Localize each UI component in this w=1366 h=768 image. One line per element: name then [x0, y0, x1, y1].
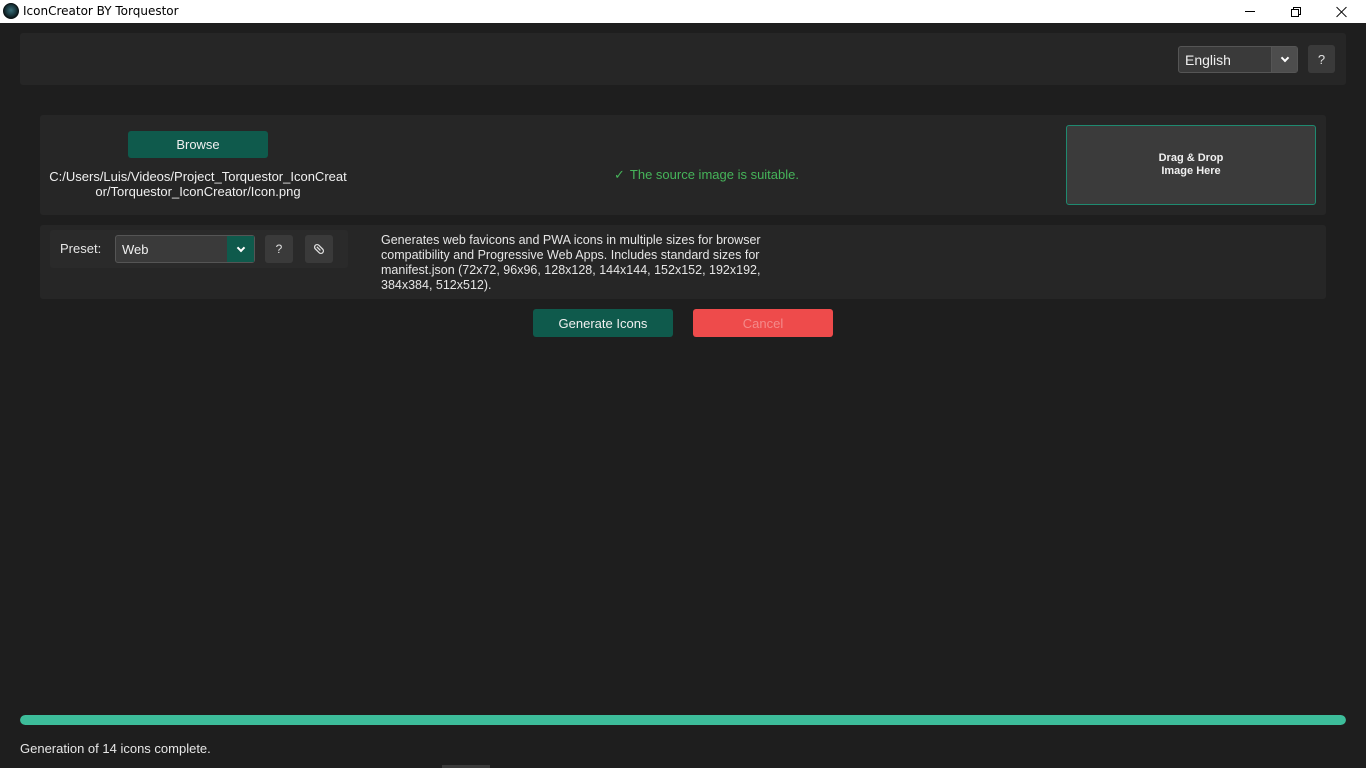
drop-zone[interactable]: Drag & Drop Image Here	[1066, 125, 1316, 205]
paperclip-icon	[313, 243, 325, 255]
close-icon	[1336, 6, 1348, 18]
minimize-icon	[1245, 11, 1255, 12]
preset-attach-button[interactable]	[305, 235, 333, 263]
chevron-down-icon	[1280, 53, 1289, 63]
top-toolbar	[20, 33, 1346, 85]
minimize-button[interactable]	[1227, 0, 1273, 23]
language-dropdown-arrow[interactable]	[1271, 47, 1297, 72]
language-select[interactable]: English	[1178, 46, 1298, 73]
window-title: IconCreator BY Torquestor	[23, 4, 179, 18]
help-button[interactable]: ?	[1308, 45, 1335, 73]
check-icon: ✓	[614, 167, 625, 182]
drop-zone-label: Drag & Drop Image Here	[1158, 152, 1224, 177]
restore-button[interactable]	[1273, 0, 1319, 23]
chevron-down-icon	[236, 243, 245, 252]
status-message: Generation of 14 icons complete.	[20, 741, 211, 756]
preset-value: Web	[122, 242, 149, 257]
cancel-button[interactable]: Cancel	[693, 309, 833, 337]
progress-fill	[20, 715, 1346, 725]
close-button[interactable]	[1319, 0, 1365, 23]
preset-select[interactable]: Web	[115, 235, 255, 263]
preset-label: Preset:	[60, 241, 102, 256]
source-status-text: The source image is suitable.	[629, 167, 799, 182]
browse-button[interactable]: Browse	[128, 131, 268, 158]
source-path: C:/Users/Luis/Videos/Project_Torquestor_…	[49, 169, 347, 199]
preset-help-button[interactable]: ?	[265, 235, 293, 263]
preset-dropdown-arrow[interactable]	[227, 236, 254, 262]
title-bar: IconCreator BY Torquestor	[0, 0, 1366, 23]
app-logo-icon	[3, 3, 19, 19]
preset-description: Generates web favicons and PWA icons in …	[381, 233, 761, 292]
language-value: English	[1185, 52, 1231, 68]
restore-icon	[1291, 6, 1301, 17]
generate-icons-button[interactable]: Generate Icons	[533, 309, 673, 337]
progress-bar	[20, 715, 1346, 725]
source-status: ✓ The source image is suitable.	[614, 167, 799, 183]
